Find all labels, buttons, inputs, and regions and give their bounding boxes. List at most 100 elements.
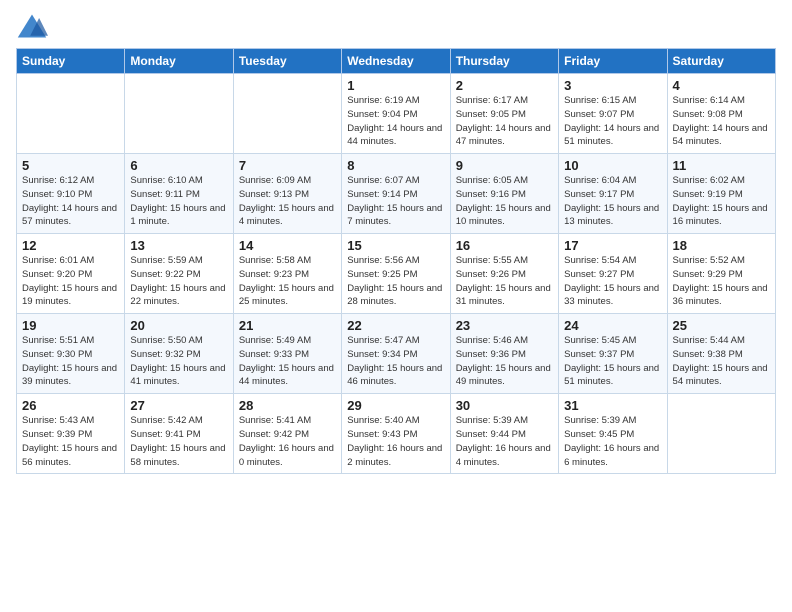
- weekday-header-friday: Friday: [559, 49, 667, 74]
- day-number: 31: [564, 398, 661, 413]
- calendar-cell: 28Sunrise: 5:41 AMSunset: 9:42 PMDayligh…: [233, 394, 341, 474]
- day-info: Sunrise: 5:44 AMSunset: 9:38 PMDaylight:…: [673, 334, 770, 389]
- calendar-cell: 18Sunrise: 5:52 AMSunset: 9:29 PMDayligh…: [667, 234, 775, 314]
- day-number: 20: [130, 318, 227, 333]
- calendar-cell: 27Sunrise: 5:42 AMSunset: 9:41 PMDayligh…: [125, 394, 233, 474]
- weekday-header-monday: Monday: [125, 49, 233, 74]
- calendar-cell: 14Sunrise: 5:58 AMSunset: 9:23 PMDayligh…: [233, 234, 341, 314]
- week-row-2: 5Sunrise: 6:12 AMSunset: 9:10 PMDaylight…: [17, 154, 776, 234]
- calendar-table: SundayMondayTuesdayWednesdayThursdayFrid…: [16, 48, 776, 474]
- week-row-3: 12Sunrise: 6:01 AMSunset: 9:20 PMDayligh…: [17, 234, 776, 314]
- day-info: Sunrise: 5:41 AMSunset: 9:42 PMDaylight:…: [239, 414, 336, 469]
- calendar-cell: 19Sunrise: 5:51 AMSunset: 9:30 PMDayligh…: [17, 314, 125, 394]
- day-number: 9: [456, 158, 553, 173]
- calendar-cell: 30Sunrise: 5:39 AMSunset: 9:44 PMDayligh…: [450, 394, 558, 474]
- day-number: 24: [564, 318, 661, 333]
- day-number: 15: [347, 238, 444, 253]
- week-row-1: 1Sunrise: 6:19 AMSunset: 9:04 PMDaylight…: [17, 74, 776, 154]
- day-info: Sunrise: 5:51 AMSunset: 9:30 PMDaylight:…: [22, 334, 119, 389]
- day-info: Sunrise: 5:58 AMSunset: 9:23 PMDaylight:…: [239, 254, 336, 309]
- calendar-cell: [125, 74, 233, 154]
- calendar-cell: 24Sunrise: 5:45 AMSunset: 9:37 PMDayligh…: [559, 314, 667, 394]
- calendar-cell: 15Sunrise: 5:56 AMSunset: 9:25 PMDayligh…: [342, 234, 450, 314]
- calendar-cell: 5Sunrise: 6:12 AMSunset: 9:10 PMDaylight…: [17, 154, 125, 234]
- calendar-cell: 17Sunrise: 5:54 AMSunset: 9:27 PMDayligh…: [559, 234, 667, 314]
- weekday-header-row: SundayMondayTuesdayWednesdayThursdayFrid…: [17, 49, 776, 74]
- day-info: Sunrise: 5:40 AMSunset: 9:43 PMDaylight:…: [347, 414, 444, 469]
- day-number: 12: [22, 238, 119, 253]
- day-info: Sunrise: 5:42 AMSunset: 9:41 PMDaylight:…: [130, 414, 227, 469]
- calendar-cell: 6Sunrise: 6:10 AMSunset: 9:11 PMDaylight…: [125, 154, 233, 234]
- day-info: Sunrise: 5:54 AMSunset: 9:27 PMDaylight:…: [564, 254, 661, 309]
- day-info: Sunrise: 5:55 AMSunset: 9:26 PMDaylight:…: [456, 254, 553, 309]
- calendar-cell: [667, 394, 775, 474]
- day-info: Sunrise: 5:45 AMSunset: 9:37 PMDaylight:…: [564, 334, 661, 389]
- day-info: Sunrise: 5:50 AMSunset: 9:32 PMDaylight:…: [130, 334, 227, 389]
- day-number: 7: [239, 158, 336, 173]
- calendar-cell: 8Sunrise: 6:07 AMSunset: 9:14 PMDaylight…: [342, 154, 450, 234]
- day-info: Sunrise: 6:14 AMSunset: 9:08 PMDaylight:…: [673, 94, 770, 149]
- weekday-header-sunday: Sunday: [17, 49, 125, 74]
- weekday-header-saturday: Saturday: [667, 49, 775, 74]
- day-number: 25: [673, 318, 770, 333]
- day-number: 18: [673, 238, 770, 253]
- calendar-cell: 9Sunrise: 6:05 AMSunset: 9:16 PMDaylight…: [450, 154, 558, 234]
- weekday-header-wednesday: Wednesday: [342, 49, 450, 74]
- week-row-4: 19Sunrise: 5:51 AMSunset: 9:30 PMDayligh…: [17, 314, 776, 394]
- calendar-cell: 2Sunrise: 6:17 AMSunset: 9:05 PMDaylight…: [450, 74, 558, 154]
- day-info: Sunrise: 5:46 AMSunset: 9:36 PMDaylight:…: [456, 334, 553, 389]
- calendar-cell: 26Sunrise: 5:43 AMSunset: 9:39 PMDayligh…: [17, 394, 125, 474]
- day-number: 22: [347, 318, 444, 333]
- calendar-cell: [233, 74, 341, 154]
- header: [16, 12, 776, 40]
- day-info: Sunrise: 6:17 AMSunset: 9:05 PMDaylight:…: [456, 94, 553, 149]
- logo-icon: [16, 12, 48, 40]
- day-info: Sunrise: 6:12 AMSunset: 9:10 PMDaylight:…: [22, 174, 119, 229]
- day-number: 17: [564, 238, 661, 253]
- day-number: 14: [239, 238, 336, 253]
- day-info: Sunrise: 6:01 AMSunset: 9:20 PMDaylight:…: [22, 254, 119, 309]
- calendar-cell: 21Sunrise: 5:49 AMSunset: 9:33 PMDayligh…: [233, 314, 341, 394]
- day-number: 30: [456, 398, 553, 413]
- day-info: Sunrise: 6:04 AMSunset: 9:17 PMDaylight:…: [564, 174, 661, 229]
- day-info: Sunrise: 6:15 AMSunset: 9:07 PMDaylight:…: [564, 94, 661, 149]
- day-number: 10: [564, 158, 661, 173]
- day-number: 21: [239, 318, 336, 333]
- day-info: Sunrise: 5:43 AMSunset: 9:39 PMDaylight:…: [22, 414, 119, 469]
- calendar-cell: 23Sunrise: 5:46 AMSunset: 9:36 PMDayligh…: [450, 314, 558, 394]
- calendar-cell: 7Sunrise: 6:09 AMSunset: 9:13 PMDaylight…: [233, 154, 341, 234]
- calendar-cell: 25Sunrise: 5:44 AMSunset: 9:38 PMDayligh…: [667, 314, 775, 394]
- calendar-cell: 4Sunrise: 6:14 AMSunset: 9:08 PMDaylight…: [667, 74, 775, 154]
- day-number: 19: [22, 318, 119, 333]
- logo: [16, 12, 52, 40]
- day-info: Sunrise: 5:39 AMSunset: 9:45 PMDaylight:…: [564, 414, 661, 469]
- day-info: Sunrise: 6:02 AMSunset: 9:19 PMDaylight:…: [673, 174, 770, 229]
- day-number: 28: [239, 398, 336, 413]
- day-number: 16: [456, 238, 553, 253]
- day-number: 5: [22, 158, 119, 173]
- calendar-cell: 13Sunrise: 5:59 AMSunset: 9:22 PMDayligh…: [125, 234, 233, 314]
- calendar-cell: 16Sunrise: 5:55 AMSunset: 9:26 PMDayligh…: [450, 234, 558, 314]
- calendar-cell: 3Sunrise: 6:15 AMSunset: 9:07 PMDaylight…: [559, 74, 667, 154]
- calendar-cell: 1Sunrise: 6:19 AMSunset: 9:04 PMDaylight…: [342, 74, 450, 154]
- day-number: 6: [130, 158, 227, 173]
- calendar-cell: [17, 74, 125, 154]
- day-number: 26: [22, 398, 119, 413]
- day-info: Sunrise: 5:52 AMSunset: 9:29 PMDaylight:…: [673, 254, 770, 309]
- day-number: 4: [673, 78, 770, 93]
- day-number: 27: [130, 398, 227, 413]
- day-info: Sunrise: 5:47 AMSunset: 9:34 PMDaylight:…: [347, 334, 444, 389]
- day-info: Sunrise: 5:59 AMSunset: 9:22 PMDaylight:…: [130, 254, 227, 309]
- day-number: 23: [456, 318, 553, 333]
- day-info: Sunrise: 5:49 AMSunset: 9:33 PMDaylight:…: [239, 334, 336, 389]
- day-info: Sunrise: 6:10 AMSunset: 9:11 PMDaylight:…: [130, 174, 227, 229]
- day-info: Sunrise: 6:09 AMSunset: 9:13 PMDaylight:…: [239, 174, 336, 229]
- day-number: 29: [347, 398, 444, 413]
- calendar-cell: 10Sunrise: 6:04 AMSunset: 9:17 PMDayligh…: [559, 154, 667, 234]
- calendar-cell: 12Sunrise: 6:01 AMSunset: 9:20 PMDayligh…: [17, 234, 125, 314]
- day-info: Sunrise: 6:05 AMSunset: 9:16 PMDaylight:…: [456, 174, 553, 229]
- day-number: 3: [564, 78, 661, 93]
- weekday-header-tuesday: Tuesday: [233, 49, 341, 74]
- day-info: Sunrise: 5:39 AMSunset: 9:44 PMDaylight:…: [456, 414, 553, 469]
- weekday-header-thursday: Thursday: [450, 49, 558, 74]
